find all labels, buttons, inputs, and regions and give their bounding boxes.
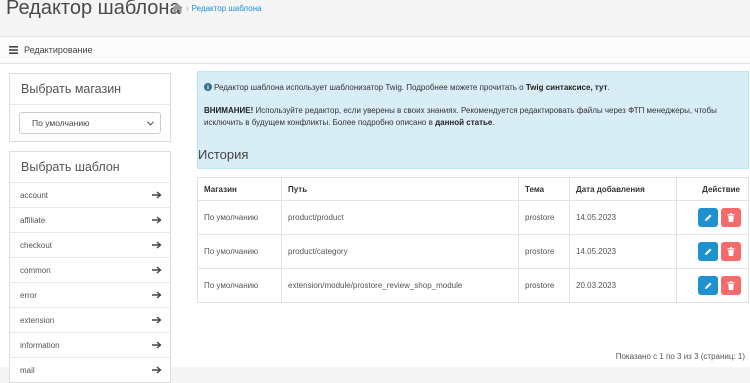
history-table-header: Магазин Путь Тема Дата добавления Действ… (197, 177, 749, 201)
pencil-icon (705, 248, 712, 255)
col-action: Действие (676, 177, 749, 201)
delete-button[interactable] (721, 242, 741, 261)
trash-icon (727, 281, 735, 290)
alert-line-1-end: . (607, 83, 610, 92)
template-item-label: common (20, 265, 51, 275)
template-item-account[interactable]: account (10, 182, 170, 207)
store-select-value: По умолчанию (32, 118, 90, 128)
store-select[interactable]: По умолчанию (19, 112, 161, 134)
col-path: Путь (281, 177, 519, 201)
template-item-label: error (20, 290, 37, 300)
history-title: История (198, 147, 249, 162)
col-theme: Тема (518, 177, 570, 201)
alert-line-2-end: . (492, 118, 495, 127)
alert-warning-label: ВНИМАНИЕ! (204, 106, 254, 115)
alert-twig-link[interactable]: Twig синтаксисе, тут (526, 83, 608, 92)
cell-path: product/product (281, 200, 519, 235)
cell-path: product/category (281, 234, 519, 269)
history-table: Магазин Путь Тема Дата добавления Действ… (197, 177, 749, 303)
cell-store: По умолчанию (197, 268, 282, 303)
arrow-right-icon (152, 241, 162, 249)
template-item-label: extension (20, 315, 55, 325)
chevron-down-icon (147, 120, 154, 126)
cell-date: 14.05.2023 (569, 234, 677, 269)
arrow-right-icon (152, 366, 162, 374)
alert-article-link[interactable]: данной статье (435, 118, 492, 127)
cell-date: 14.05.2023 (569, 200, 677, 235)
template-item-error[interactable]: error (10, 282, 170, 307)
store-select-wrap: По умолчанию (10, 105, 170, 141)
cell-theme: prostore (518, 200, 570, 235)
store-box-title: Выбрать магазин (10, 74, 170, 105)
panel-heading: Редактирование (0, 37, 750, 64)
alert-line-1: Редактор шаблона использует шаблонизатор… (204, 83, 610, 92)
home-icon[interactable] (172, 3, 183, 13)
arrow-right-icon (152, 316, 162, 324)
arrow-right-icon (152, 341, 162, 349)
template-box: Выбрать шаблон account affiliate checkout c… (9, 151, 171, 383)
pencil-icon (705, 214, 712, 221)
col-date: Дата добавления (569, 177, 677, 201)
cell-theme: prostore (518, 234, 570, 269)
edit-button[interactable] (698, 276, 718, 295)
delete-button[interactable] (721, 276, 741, 295)
template-item-label: affiliate (20, 215, 46, 225)
cell-actions (676, 268, 749, 303)
table-row: По умолчанию product/category prostore 14.0… (197, 234, 749, 269)
breadcrumb-separator: › (186, 3, 189, 13)
alert-line-1-text: Редактор шаблона использует шаблонизатор… (214, 83, 526, 92)
template-item-checkout[interactable]: checkout (10, 232, 170, 257)
info-circle-icon (204, 83, 212, 91)
template-item-information[interactable]: information (10, 332, 170, 357)
template-item-label: information (20, 340, 60, 350)
edit-button[interactable] (698, 242, 718, 261)
page-header: Редактор шаблона › Редактор шаблона (0, 0, 750, 30)
template-item-label: account (20, 190, 49, 200)
table-row: По умолчанию extension/module/prostore_re… (197, 268, 749, 303)
panel-heading-label: Редактирование (24, 45, 93, 55)
delete-button[interactable] (721, 208, 741, 227)
breadcrumb: › Редактор шаблона (172, 3, 262, 13)
trash-icon (727, 247, 735, 256)
cell-actions (676, 200, 749, 235)
template-item-affiliate[interactable]: affiliate (10, 207, 170, 232)
history-table-body: По умолчанию product/product prostore 14.05… (197, 200, 749, 303)
template-box-title: Выбрать шаблон (21, 160, 120, 174)
template-item-label: mail (20, 365, 35, 375)
template-list: account affiliate checkout common error exten… (10, 182, 170, 382)
arrow-right-icon (152, 291, 162, 299)
table-row: По умолчанию product/product prostore 14.05… (197, 200, 749, 235)
cell-actions (676, 234, 749, 269)
cell-store: По умолчанию (197, 234, 282, 269)
cell-store: По умолчанию (197, 200, 282, 235)
arrow-right-icon (152, 216, 162, 224)
list-icon (9, 46, 18, 54)
page-title: Редактор шаблона (6, 0, 181, 19)
pagination-text: Показано с 1 по 3 из 3 (страниц: 1) (615, 352, 745, 361)
cell-path: extension/module/prostore_review_shop_mo… (281, 268, 519, 303)
cell-theme: prostore (518, 268, 570, 303)
template-item-extension[interactable]: extension (10, 307, 170, 332)
store-box: Выбрать магазин По умолчанию (9, 73, 171, 142)
template-item-mail[interactable]: mail (10, 357, 170, 382)
arrow-right-icon (152, 266, 162, 274)
trash-icon (727, 213, 735, 222)
cell-date: 20.03.2023 (569, 268, 677, 303)
info-alert: Редактор шаблона использует шаблонизатор… (197, 71, 749, 169)
pencil-icon (705, 282, 712, 289)
breadcrumb-link[interactable]: Редактор шаблона (192, 4, 262, 13)
col-store: Магазин (197, 177, 282, 201)
template-item-common[interactable]: common (10, 257, 170, 282)
arrow-right-icon (152, 191, 162, 199)
edit-panel: Редактирование Выбрать магазин По умолча… (0, 36, 750, 383)
template-item-label: checkout (20, 240, 53, 250)
alert-line-2: ВНИМАНИЕ! Используйте редактор, если уве… (204, 105, 744, 129)
edit-button[interactable] (698, 208, 718, 227)
